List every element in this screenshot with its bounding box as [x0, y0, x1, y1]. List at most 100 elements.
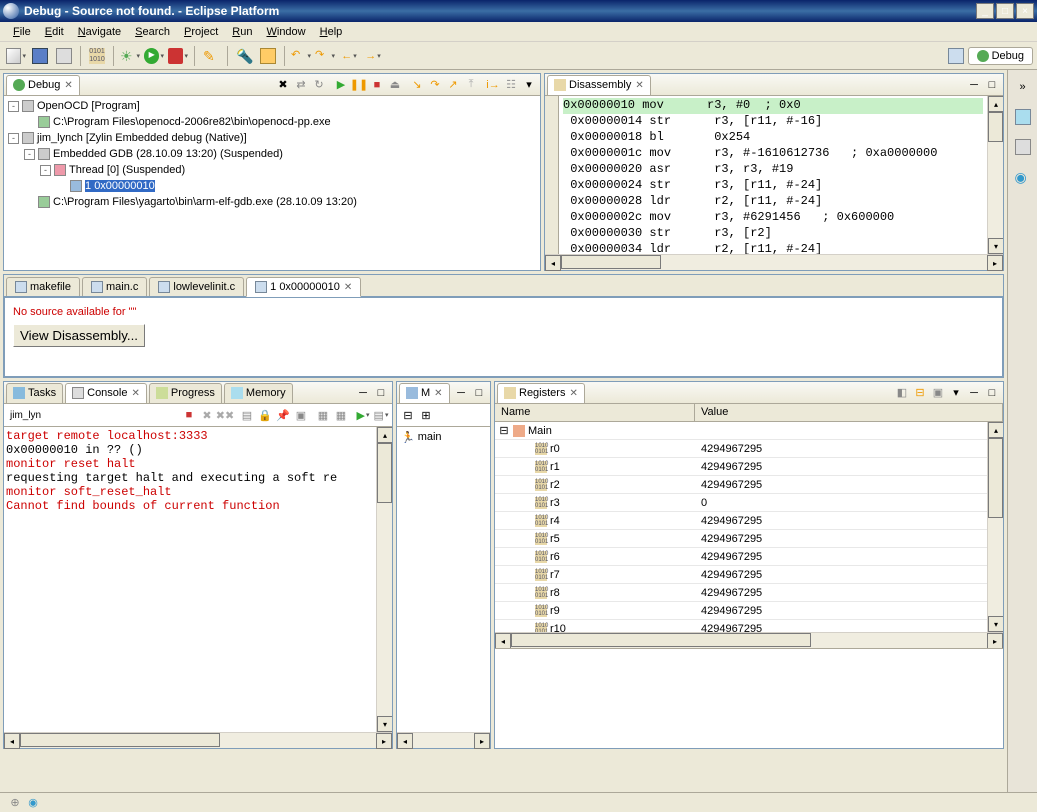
- console-output[interactable]: target remote localhost:33330x00000010 i…: [4, 427, 376, 732]
- disasm-line[interactable]: 0x00000034 ldr r2, [r11, #-24]: [563, 242, 983, 254]
- new-button[interactable]: ▾: [5, 45, 27, 67]
- scrollbar-vertical[interactable]: ▴▾: [987, 96, 1003, 254]
- resume-button[interactable]: ▶: [332, 76, 350, 94]
- register-row[interactable]: 10100101r94294967295: [495, 602, 987, 620]
- remove-button[interactable]: ✖: [198, 406, 216, 424]
- tree-toggle[interactable]: -: [8, 101, 19, 112]
- disasm-line[interactable]: 0x00000024 str r3, [r11, #-24]: [563, 178, 983, 194]
- print-button[interactable]: [53, 45, 75, 67]
- menu-edit[interactable]: Edit: [38, 24, 71, 40]
- disasm-line[interactable]: 0x00000018 bl 0x254: [563, 130, 983, 146]
- tab-memory[interactable]: Memory: [224, 383, 293, 403]
- new-console-button[interactable]: ▤▾: [372, 406, 390, 424]
- close-icon[interactable]: ✕: [569, 388, 577, 399]
- back-button[interactable]: ←▾: [338, 45, 360, 67]
- tree-toggle[interactable]: -: [40, 165, 51, 176]
- collapse-all-button[interactable]: ⊟: [399, 406, 417, 424]
- instruction-step-button[interactable]: i→: [484, 76, 502, 94]
- menu-navigate[interactable]: Navigate: [71, 24, 128, 40]
- tree-item[interactable]: C:\Program Files\openocd-2006re82\bin\op…: [8, 114, 536, 130]
- tree-item[interactable]: 1 0x00000010: [8, 178, 536, 194]
- register-group[interactable]: ⊟Main: [495, 422, 987, 440]
- nav-next-button[interactable]: ↷▾: [314, 45, 336, 67]
- save-button[interactable]: [29, 45, 51, 67]
- register-row[interactable]: 10100101r14294967295: [495, 458, 987, 476]
- scrollbar-horizontal[interactable]: ◂▸: [397, 732, 490, 748]
- col-value[interactable]: Value: [695, 404, 1003, 421]
- close-icon[interactable]: ✕: [64, 80, 72, 91]
- connect-button[interactable]: ⇄: [292, 76, 310, 94]
- register-row[interactable]: 10100101r84294967295: [495, 584, 987, 602]
- close-icon[interactable]: ✕: [344, 282, 352, 293]
- terminate-console-button[interactable]: ■: [180, 406, 198, 424]
- scrollbar-horizontal[interactable]: ◂▸: [545, 254, 1003, 270]
- show-type-button[interactable]: ◧: [893, 384, 911, 402]
- highlighter-button[interactable]: ✎: [200, 45, 222, 67]
- close-icon[interactable]: ✕: [131, 388, 139, 399]
- restore-button[interactable]: »: [1012, 76, 1034, 98]
- breakpoints-fastview[interactable]: ◉: [1012, 166, 1034, 188]
- minimize-button[interactable]: ─: [965, 384, 983, 402]
- tab-console[interactable]: Console✕: [65, 383, 147, 403]
- run-button[interactable]: ▶▾: [143, 45, 165, 67]
- minimize-button[interactable]: ─: [354, 384, 372, 402]
- maximize-button[interactable]: □: [983, 384, 1001, 402]
- variables-fastview[interactable]: [1012, 136, 1034, 158]
- tab-debug[interactable]: Debug ✕: [6, 75, 80, 95]
- menu-help[interactable]: Help: [313, 24, 350, 40]
- editor-tab[interactable]: 1 0x00000010✕: [246, 277, 361, 297]
- editor-tab[interactable]: main.c: [82, 277, 147, 296]
- register-row[interactable]: 10100101r54294967295: [495, 530, 987, 548]
- col-name[interactable]: Name: [495, 404, 695, 421]
- tree-toggle[interactable]: -: [24, 149, 35, 160]
- register-row[interactable]: 10100101r24294967295: [495, 476, 987, 494]
- outline-fastview[interactable]: [1012, 106, 1034, 128]
- scrollbar-vertical[interactable]: ▴▾: [987, 422, 1003, 632]
- modules-tree[interactable]: 🏃main: [397, 427, 490, 732]
- tree-item[interactable]: -OpenOCD [Program]: [8, 98, 536, 114]
- menu-search[interactable]: Search: [128, 24, 177, 40]
- layout-button[interactable]: ⊞: [417, 406, 435, 424]
- editor-tab[interactable]: makefile: [6, 277, 80, 296]
- debug-button[interactable]: ☀▾: [119, 45, 141, 67]
- view-menu-button[interactable]: ▾: [520, 76, 538, 94]
- disasm-line[interactable]: 0x00000020 asr r3, r3, #19: [563, 162, 983, 178]
- tree-toggle[interactable]: -: [8, 133, 19, 144]
- registers-table[interactable]: ⊟Main10100101r0429496729510100101r142949…: [495, 422, 987, 632]
- menu-window[interactable]: Window: [259, 24, 312, 40]
- register-row[interactable]: 10100101r74294967295: [495, 566, 987, 584]
- maximize-button[interactable]: □: [372, 384, 390, 402]
- tab-disassembly[interactable]: Disassembly ✕: [547, 75, 651, 95]
- step-over-button[interactable]: ↷: [426, 76, 444, 94]
- disasm-line[interactable]: ➨0x00000010 mov r3, #0 ; 0x0: [563, 98, 983, 114]
- disasm-line[interactable]: 0x00000014 str r3, [r11, #-16]: [563, 114, 983, 130]
- search-button[interactable]: 🔦: [233, 45, 255, 67]
- tab-tasks[interactable]: Tasks: [6, 383, 63, 403]
- breakpoint-status-button[interactable]: ⊕: [7, 795, 23, 811]
- scrollbar-horizontal[interactable]: ◂▸: [495, 632, 1003, 648]
- show-when-stderr-button[interactable]: ▦: [332, 406, 350, 424]
- restart-button[interactable]: ↻: [310, 76, 328, 94]
- minimize-button[interactable]: ─: [452, 384, 470, 402]
- skip-breakpoints-button[interactable]: ◉: [25, 795, 41, 811]
- annotation-button[interactable]: [257, 45, 279, 67]
- step-filters-button[interactable]: ☷: [502, 76, 520, 94]
- close-button[interactable]: ×: [1016, 3, 1034, 19]
- register-row[interactable]: 10100101r44294967295: [495, 512, 987, 530]
- minimize-button[interactable]: ─: [965, 76, 983, 94]
- open-console-button[interactable]: ▶▾: [354, 406, 372, 424]
- clear-console-button[interactable]: ▤: [238, 406, 256, 424]
- disconnect-button[interactable]: ⏏: [386, 76, 404, 94]
- view-disassembly-button[interactable]: View Disassembly...: [13, 324, 145, 347]
- show-when-stdout-button[interactable]: ▦: [314, 406, 332, 424]
- tree-item[interactable]: -jim_lynch [Zylin Embedded debug (Native…: [8, 130, 536, 146]
- register-row[interactable]: 10100101r104294967295: [495, 620, 987, 632]
- editor-tab[interactable]: lowlevelinit.c: [149, 277, 244, 296]
- remove-all-button[interactable]: ✖✖: [216, 406, 234, 424]
- open-perspective-button[interactable]: [945, 45, 967, 67]
- minimize-button[interactable]: _: [976, 3, 994, 19]
- layout-button[interactable]: ▣: [929, 384, 947, 402]
- pin-console-button[interactable]: 📌: [274, 406, 292, 424]
- menu-run[interactable]: Run: [225, 24, 259, 40]
- display-selected-button[interactable]: ▣: [292, 406, 310, 424]
